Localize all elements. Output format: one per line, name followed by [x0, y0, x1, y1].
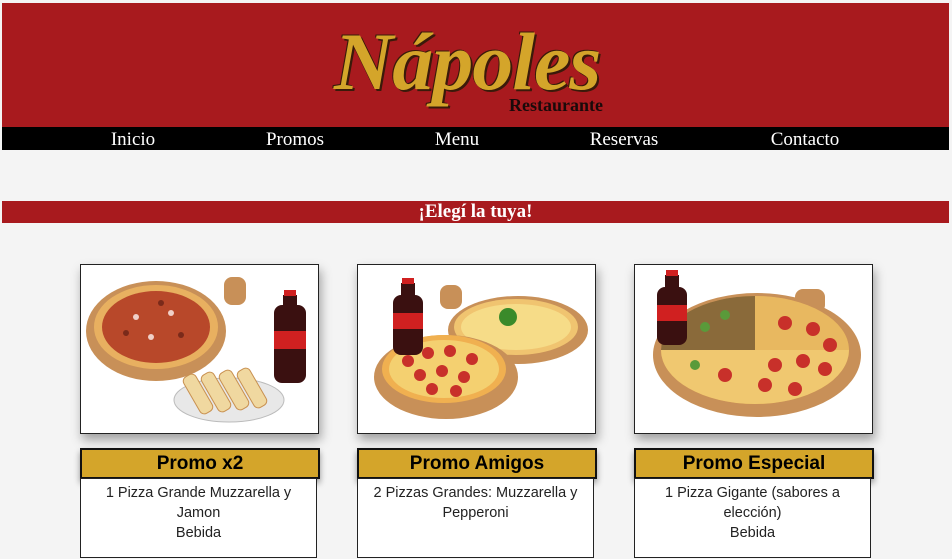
promo-line: 1 Pizza Gigante (sabores a elección): [665, 485, 840, 521]
pizza-especial-image[interactable]: [634, 264, 873, 434]
logo-subtitle: Restaurante: [509, 95, 603, 115]
promo-description-especial: 1 Pizza Gigante (sabores a elección) Beb…: [634, 478, 871, 558]
logo-name: Nápoles: [334, 16, 601, 107]
pizza-amigos-image[interactable]: [357, 264, 596, 434]
nav-item-menu[interactable]: Menu: [435, 127, 479, 150]
promo-line: Bebida: [175, 525, 222, 541]
section-banner: ¡Elegí la tuya!: [2, 201, 949, 223]
logo[interactable]: Nápoles Restaurante: [334, 17, 624, 121]
promo-line: 2 Pizzas Grandes: Muzzarella y Pepperoni: [373, 485, 578, 521]
pizza-x2-image[interactable]: [80, 264, 319, 434]
nav-item-promos[interactable]: Promos: [266, 127, 324, 150]
nav-item-reservas[interactable]: Reservas: [590, 127, 659, 150]
page: Nápoles Restaurante Inicio Promos Menu R…: [2, 3, 949, 559]
promo-description-x2: 1 Pizza Grande Muzzarella y Jamon Bebida: [80, 478, 317, 558]
nav-item-inicio[interactable]: Inicio: [111, 127, 155, 150]
promo-line: Bebida: [729, 525, 776, 541]
promo-title-especial[interactable]: Promo Especial: [634, 448, 874, 479]
nav-item-contacto[interactable]: Contacto: [771, 127, 840, 150]
site-header: Nápoles Restaurante: [2, 3, 949, 127]
promo-description-amigos: 2 Pizzas Grandes: Muzzarella y Pepperoni: [357, 478, 594, 558]
promo-title-amigos[interactable]: Promo Amigos: [357, 448, 597, 479]
promo-line: 1 Pizza Grande Muzzarella y Jamon: [105, 485, 292, 521]
main-nav: Inicio Promos Menu Reservas Contacto: [2, 127, 949, 150]
promo-title-x2[interactable]: Promo x2: [80, 448, 320, 479]
